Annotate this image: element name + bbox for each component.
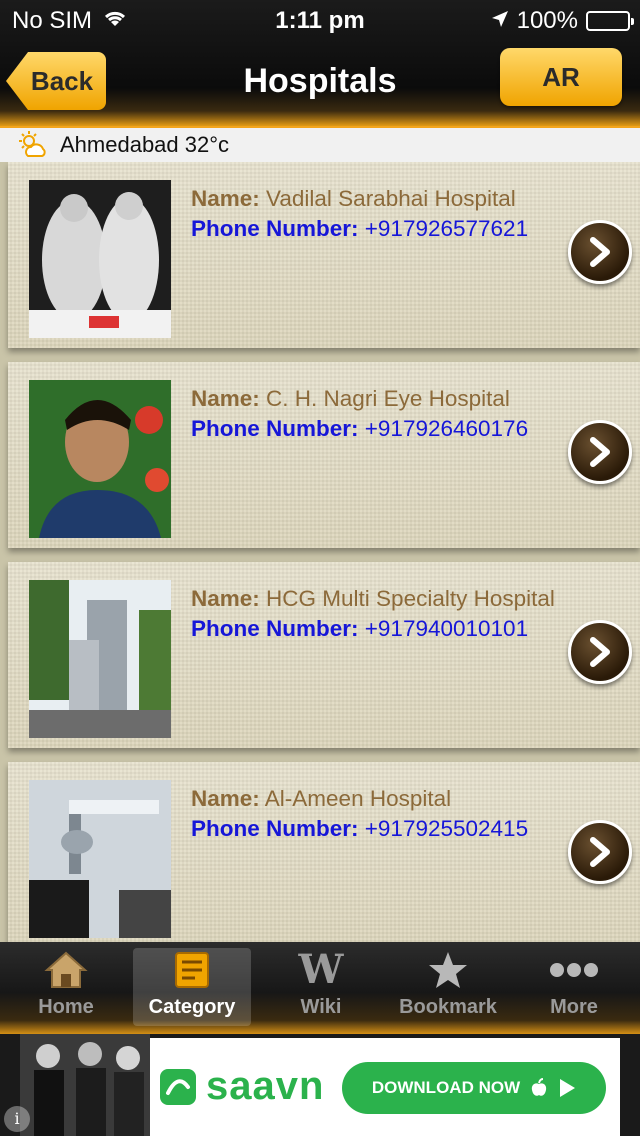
hospital-phone-line: Phone Number: +917940010101 — [191, 616, 529, 641]
weather-text: Ahmedabad 32°c — [60, 132, 230, 157]
hospital-thumbnail — [29, 780, 171, 938]
tab-home[interactable]: Home — [7, 948, 125, 1026]
hospital-name-line: Name: C. H. Nagri Eye Hospital — [191, 386, 510, 411]
hospital-phone-line: Phone Number: +917925502415 — [191, 816, 529, 841]
chevron-right-icon — [590, 437, 610, 467]
ar-button[interactable]: AR — [500, 48, 622, 106]
tab-label: More — [550, 996, 598, 1018]
hospital-info: Name: Vadilal Sarabhai Hospital Phone Nu… — [191, 184, 561, 244]
battery-icon — [586, 11, 634, 31]
ad-info-icon[interactable]: i — [4, 1106, 30, 1132]
battery-percent: 100% — [516, 7, 578, 34]
hospital-phone[interactable]: +917926460176 — [365, 416, 528, 441]
list-item[interactable]: Name: Al-Ameen Hospital Phone Number: +9… — [8, 762, 640, 942]
hospital-name-line: Name: Al-Ameen Hospital — [191, 786, 452, 811]
saavn-logo: saavn — [158, 1064, 324, 1109]
hospital-name: C. H. Nagri Eye Hospital — [266, 386, 510, 411]
tab-more[interactable]: More — [515, 948, 633, 1026]
partly-sunny-icon — [18, 130, 48, 160]
ad-brand: saavn — [206, 1064, 325, 1108]
ad-content[interactable]: saavn DOWNLOAD NOW — [150, 1038, 620, 1136]
hospital-thumbnail — [29, 380, 171, 538]
more-icon — [515, 948, 633, 992]
home-icon — [7, 948, 125, 992]
tab-label: Category — [148, 996, 236, 1018]
hospital-info: Name: Al-Ameen Hospital Phone Number: +9… — [191, 784, 561, 844]
tab-wiki[interactable]: W Wiki — [262, 948, 380, 1026]
hospital-info: Name: C. H. Nagri Eye Hospital Phone Num… — [191, 384, 561, 444]
hospital-name: Al-Ameen Hospital — [264, 786, 452, 811]
hospital-info: Name: HCG Multi Specialty Hospital Phone… — [191, 584, 561, 644]
star-icon — [389, 948, 507, 992]
hospital-name-line: Name: HCG Multi Specialty Hospital — [191, 586, 555, 611]
status-bar: No SIM 1:11 pm 100% — [0, 0, 640, 40]
tab-bookmark[interactable]: Bookmark — [389, 948, 507, 1026]
ad-image — [20, 1034, 150, 1136]
hospital-phone[interactable]: +917925502415 — [365, 816, 528, 841]
list-item[interactable]: Name: Vadilal Sarabhai Hospital Phone Nu… — [8, 162, 640, 348]
play-store-icon — [560, 1079, 576, 1097]
chevron-right-icon — [590, 637, 610, 667]
ad-banner[interactable]: saavn DOWNLOAD NOW i — [0, 1034, 640, 1136]
hospital-thumbnail — [29, 580, 171, 738]
hospital-phone[interactable]: +917940010101 — [365, 616, 528, 641]
hospital-thumbnail — [29, 180, 171, 338]
tab-label: Bookmark — [399, 996, 497, 1018]
location-icon — [491, 7, 509, 35]
hospital-list[interactable]: Name: Vadilal Sarabhai Hospital Phone Nu… — [0, 162, 640, 942]
navigation-header: No SIM 1:11 pm 100% Back Hospitals AR — [0, 0, 640, 128]
tab-bar: Home Category W Wiki Bookmark More — [0, 942, 640, 1034]
download-now-button[interactable]: DOWNLOAD NOW — [342, 1062, 606, 1114]
detail-arrow-button[interactable] — [568, 420, 632, 484]
hospital-name: HCG Multi Specialty Hospital — [266, 586, 555, 611]
chevron-right-icon — [590, 837, 610, 867]
hospital-phone[interactable]: +917926577621 — [365, 216, 528, 241]
wiki-icon: W — [298, 946, 344, 993]
detail-arrow-button[interactable] — [568, 620, 632, 684]
list-item[interactable]: Name: C. H. Nagri Eye Hospital Phone Num… — [8, 362, 640, 548]
tab-label: Wiki — [300, 996, 342, 1018]
chevron-right-icon — [590, 237, 610, 267]
apple-icon — [531, 1078, 547, 1096]
tab-category[interactable]: Category — [133, 948, 251, 1026]
hospital-name: Vadilal Sarabhai Hospital — [266, 186, 516, 211]
hospital-phone-line: Phone Number: +917926577621 — [191, 216, 529, 241]
detail-arrow-button[interactable] — [568, 820, 632, 884]
hospital-phone-line: Phone Number: +917926460176 — [191, 416, 529, 441]
status-right: 100% — [491, 7, 634, 35]
tab-label: Home — [38, 996, 94, 1018]
detail-arrow-button[interactable] — [568, 220, 632, 284]
hospital-name-line: Name: Vadilal Sarabhai Hospital — [191, 186, 516, 211]
category-icon — [133, 948, 251, 992]
cta-label: DOWNLOAD NOW — [371, 1078, 521, 1097]
weather-bar: Ahmedabad 32°c — [0, 128, 640, 162]
list-item[interactable]: Name: HCG Multi Specialty Hospital Phone… — [8, 562, 640, 748]
